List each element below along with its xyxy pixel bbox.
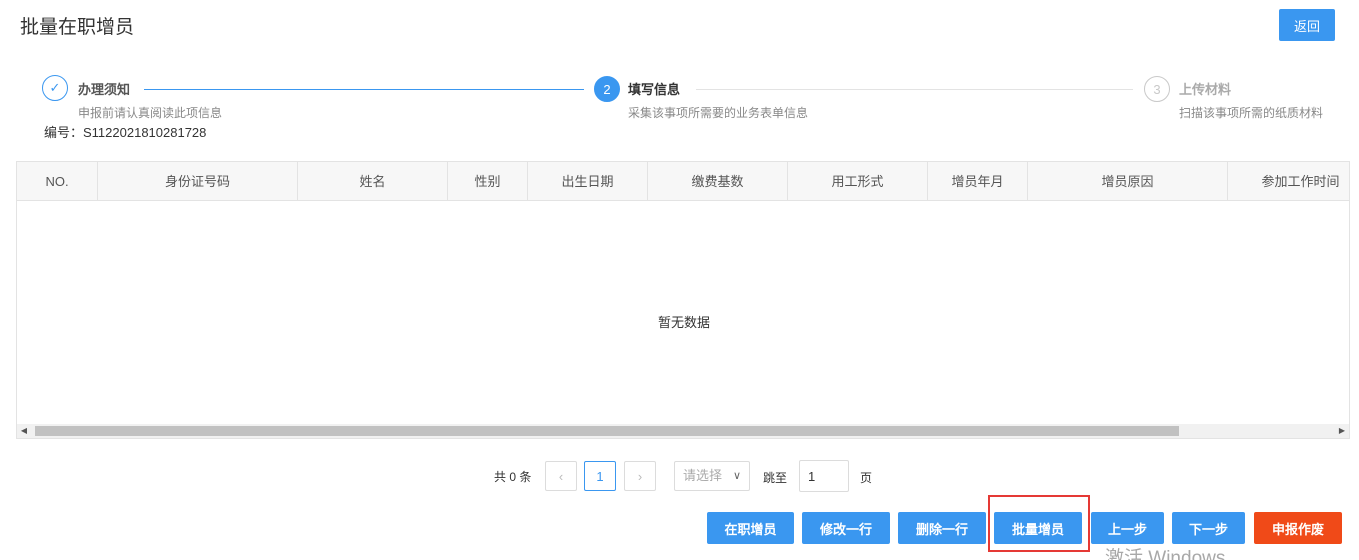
- step-1-desc: 申报前请认真阅读此项信息: [78, 106, 223, 120]
- column-header: 出生日期: [528, 162, 648, 201]
- step-1-connector: [144, 89, 584, 90]
- step-3-marker: 3: [1144, 76, 1170, 102]
- jump-label: 跳至: [763, 471, 788, 485]
- step-2-connector: [696, 89, 1133, 90]
- prev-page-button[interactable]: ‹: [545, 461, 577, 491]
- serial-number: 编号：S1122021810281728: [44, 125, 207, 140]
- next-page-button[interactable]: ›: [624, 461, 656, 491]
- chevron-left-icon: ‹: [558, 468, 564, 484]
- column-header: 增员原因: [1028, 162, 1228, 201]
- delete-row-button[interactable]: 删除一行: [898, 512, 986, 544]
- step-1-title: 办理须知: [78, 82, 131, 97]
- chevron-down-icon: ∨: [732, 470, 741, 482]
- next-step-button[interactable]: 下一步: [1172, 512, 1245, 544]
- step-progress: ✓ 办理须知 申报前请认真阅读此项信息 2 填写信息 采集该事项所需要的业务表单…: [0, 0, 1359, 130]
- column-header: 身份证号码: [98, 162, 298, 201]
- page-size-select[interactable]: 请选择 ∨: [674, 461, 750, 491]
- staff-table: NO. 身份证号码 姓名 性别 出生日期 缴费基数 用工形式 增员年月 增员原因…: [16, 161, 1350, 439]
- page-number-button[interactable]: 1: [584, 461, 616, 491]
- step-done-icon: ✓: [42, 75, 68, 101]
- step-2-desc: 采集该事项所需要的业务表单信息: [628, 106, 809, 120]
- jump-page-input[interactable]: [799, 460, 849, 492]
- scrollbar-thumb[interactable]: [35, 426, 1179, 436]
- page-size-placeholder: 请选择: [683, 468, 723, 483]
- step-3-title: 上传材料: [1179, 82, 1232, 97]
- prev-step-button[interactable]: 上一步: [1091, 512, 1164, 544]
- column-header: 性别: [448, 162, 528, 201]
- scroll-right-icon[interactable]: ▶: [1335, 424, 1349, 438]
- pagination: 共 0 条 ‹ 1 › 请选择 ∨ 跳至 页: [0, 460, 1359, 492]
- column-header: 用工形式: [788, 162, 928, 201]
- column-header: 参加工作时间: [1261, 174, 1340, 189]
- horizontal-scrollbar[interactable]: ◀ ▶: [17, 424, 1349, 438]
- column-header: 姓名: [298, 162, 448, 201]
- chevron-right-icon: ›: [637, 468, 643, 484]
- void-declaration-button[interactable]: 申报作废: [1254, 512, 1342, 544]
- column-header: NO.: [17, 162, 98, 201]
- edit-row-button[interactable]: 修改一行: [802, 512, 890, 544]
- table-header: NO. 身份证号码 姓名 性别 出生日期 缴费基数 用工形式 增员年月 增员原因…: [17, 162, 1349, 201]
- empty-state-text: 暂无数据: [657, 315, 710, 330]
- scroll-left-icon[interactable]: ◀: [17, 424, 31, 438]
- total-count: 共 0 条: [494, 470, 532, 484]
- in-service-add-button[interactable]: 在职增员: [707, 512, 794, 544]
- step-2-marker: 2: [594, 76, 620, 102]
- page-unit-label: 页: [860, 471, 873, 485]
- activation-watermark: 激活 Windows: [1105, 548, 1226, 560]
- column-header: 增员年月: [928, 162, 1028, 201]
- step-3-desc: 扫描该事项所需的纸质材料: [1179, 106, 1324, 120]
- step-2-title: 填写信息: [628, 82, 681, 97]
- highlight-box: [988, 495, 1090, 552]
- column-header: 缴费基数: [648, 162, 788, 201]
